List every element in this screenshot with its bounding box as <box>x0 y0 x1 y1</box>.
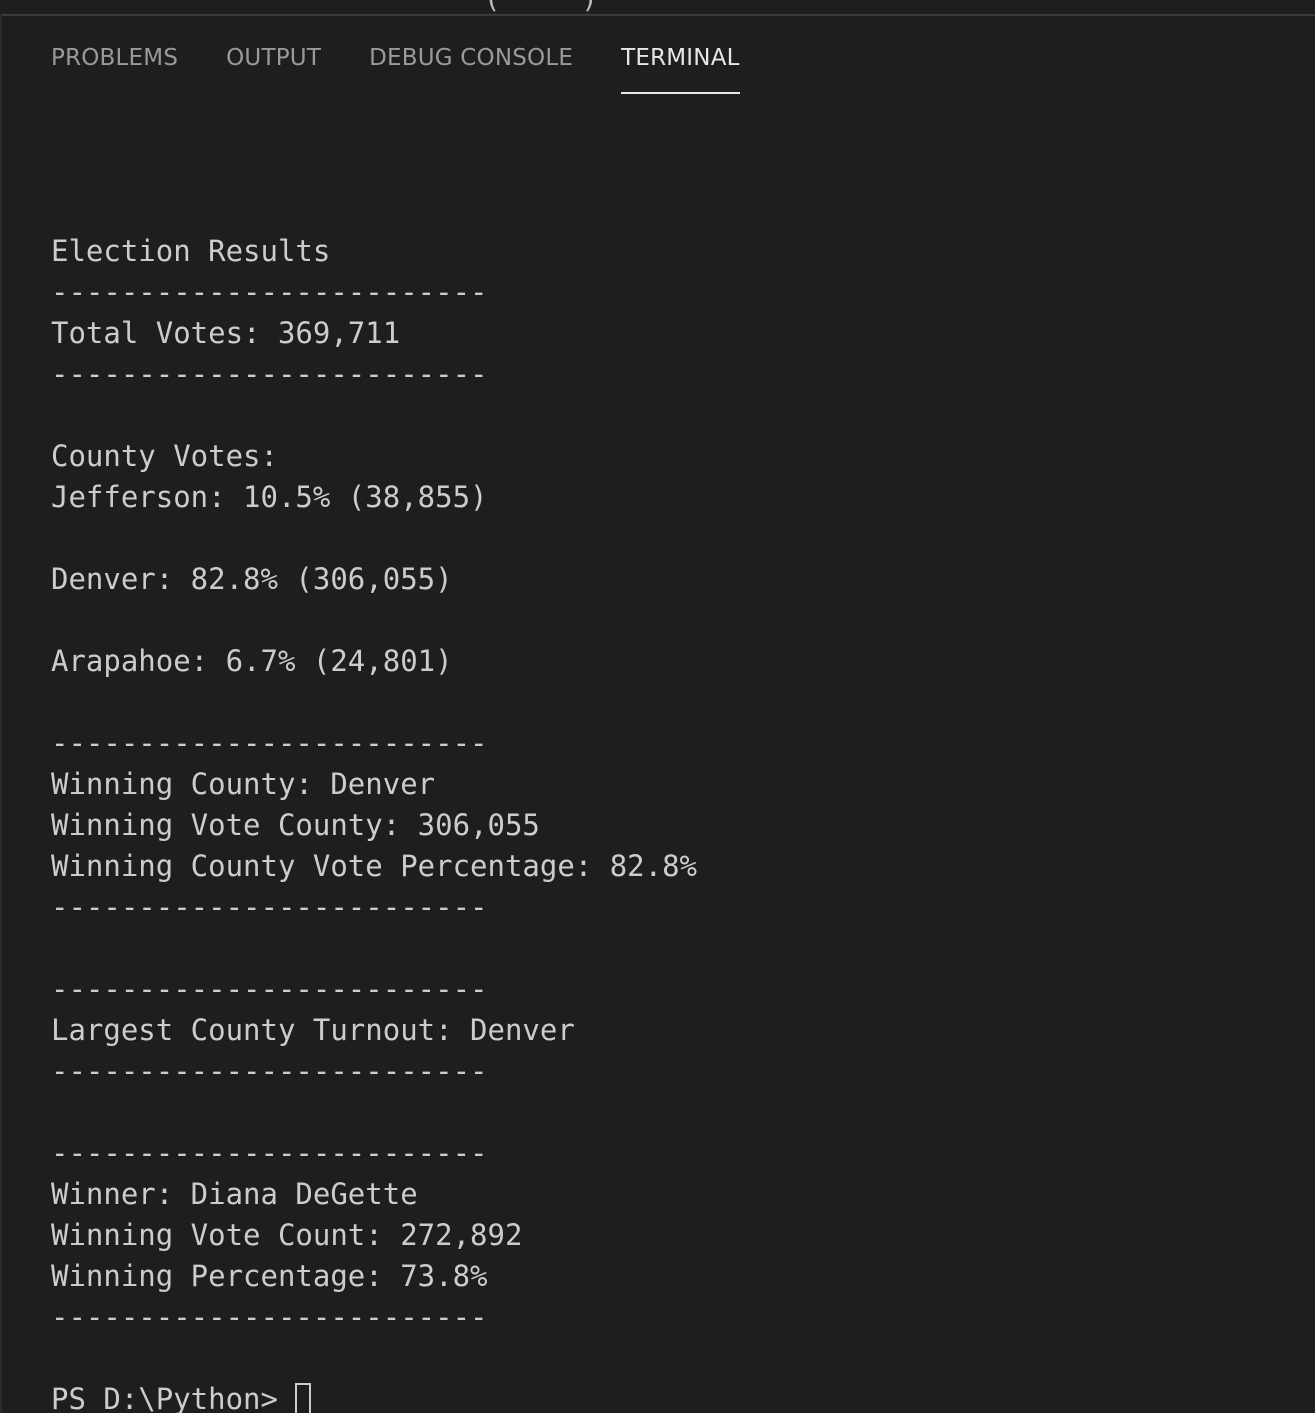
tab-output[interactable]: OUTPUT <box>226 38 321 92</box>
terminal-line: Winning Vote County: 306,055 <box>51 808 540 842</box>
terminal-cursor <box>294 1382 311 1413</box>
terminal-output[interactable]: Election Results ------------------------… <box>51 190 1291 1413</box>
terminal-line: ------------------------- <box>51 357 488 391</box>
terminal-line: Largest County Turnout: Denver <box>51 1013 575 1047</box>
terminal-line: Total Votes: 369,711 <box>51 316 401 350</box>
terminal-line: Winning County Vote Percentage: 82.8% <box>51 849 698 883</box>
terminal-line: ------------------------- <box>51 972 488 1006</box>
terminal-line: Election Results <box>51 234 331 268</box>
terminal-lines: Election Results ------------------------… <box>51 190 1291 1379</box>
terminal-line: ------------------------- <box>51 1300 488 1334</box>
terminal-line: Winning Vote Count: 272,892 <box>51 1218 523 1252</box>
terminal-line: Winner: Diana DeGette <box>51 1177 418 1211</box>
terminal-line: Winning Percentage: 73.8% <box>51 1259 488 1293</box>
tab-problems[interactable]: PROBLEMS <box>51 38 178 92</box>
panel-left-border <box>0 14 2 1413</box>
terminal-line: ------------------------- <box>51 890 488 924</box>
tab-terminal[interactable]: TERMINAL <box>621 38 740 94</box>
terminal-line: ------------------------- <box>51 275 488 309</box>
terminal-line: ------------------------- <box>51 1054 488 1088</box>
tab-debug-console[interactable]: DEBUG CONSOLE <box>369 38 573 92</box>
terminal-line: ------------------------- <box>51 1136 488 1170</box>
terminal-prompt: PS D:\Python> <box>51 1382 278 1413</box>
terminal-line: Winning County: Denver <box>51 767 436 801</box>
terminal-line: Arapahoe: 6.7% (24,801) <box>51 644 453 678</box>
editor-top-edge: ( ) <box>0 0 1315 16</box>
terminal-line: Jefferson: 10.5% (38,855) <box>51 480 488 514</box>
window-title-fragment: ( ) <box>484 0 598 14</box>
panel-tabs: PROBLEMS OUTPUT DEBUG CONSOLE TERMINAL <box>51 38 788 94</box>
terminal-prompt-row[interactable]: PS D:\Python> <box>51 1379 1291 1413</box>
terminal-line: County Votes: <box>51 439 278 473</box>
terminal-line: Denver: 82.8% (306,055) <box>51 562 453 596</box>
terminal-line: ------------------------- <box>51 726 488 760</box>
